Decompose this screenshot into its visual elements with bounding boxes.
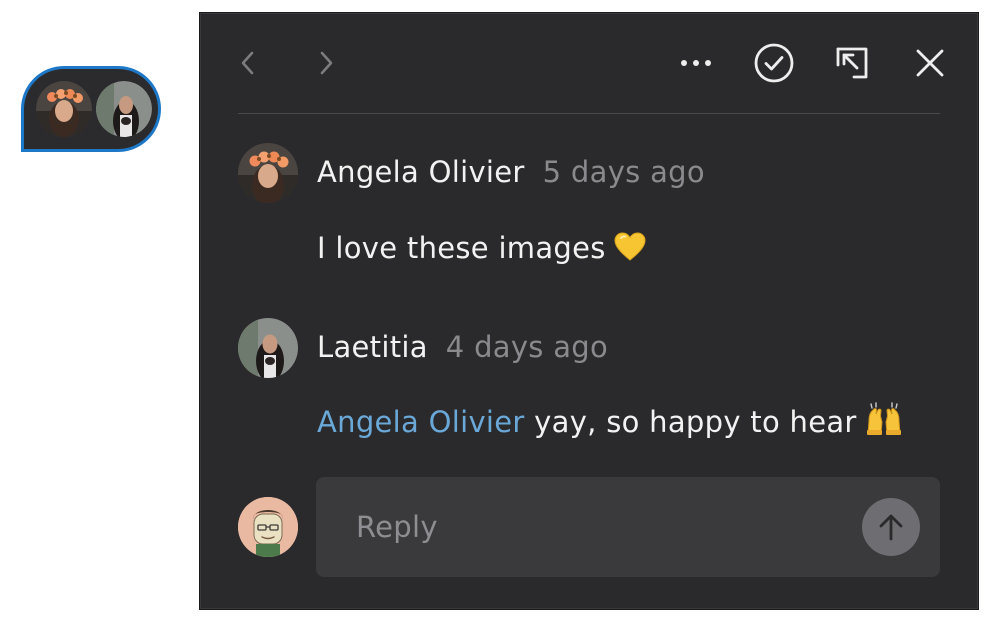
mention-link[interactable]: Angela Olivier — [317, 405, 525, 439]
author-name: Laetitia — [317, 330, 428, 364]
chevron-left-icon — [241, 51, 254, 75]
comment-body: Angela Olivier yay, so happy to hear — [317, 402, 903, 443]
next-thread-button[interactable] — [302, 39, 350, 87]
comment-item: Laetitia 4 days ago Angela Olivier yay, s… — [238, 318, 940, 439]
avatar — [238, 143, 298, 203]
more-options-button[interactable] — [672, 39, 720, 87]
reply-input[interactable] — [354, 509, 838, 545]
avatar-angela-small — [36, 81, 92, 137]
send-reply-button[interactable] — [862, 498, 920, 556]
comment-text: yay, so happy to hear — [524, 405, 857, 439]
check-circle-icon — [754, 43, 794, 83]
comment-body: I love these images — [317, 231, 646, 269]
comment-header: Laetitia 4 days ago — [317, 330, 608, 364]
comment-header: Angela Olivier 5 days ago — [317, 155, 705, 189]
pop-out-button[interactable] — [828, 39, 876, 87]
more-horizontal-icon — [681, 60, 711, 66]
arrow-up-icon — [879, 514, 903, 541]
comment-text: I love these images — [317, 231, 606, 265]
canvas: Angela Olivier 5 days ago I love these im… — [0, 0, 994, 629]
close-button[interactable] — [906, 39, 954, 87]
comment-item: Angela Olivier 5 days ago I love these im… — [238, 143, 940, 265]
author-name: Angela Olivier — [317, 155, 525, 189]
reply-field-container — [316, 477, 940, 577]
close-icon — [916, 49, 944, 77]
timestamp: 4 days ago — [445, 330, 609, 364]
timestamp: 5 days ago — [542, 155, 705, 189]
reply-composer — [238, 477, 940, 577]
arrow-up-left-box-icon — [836, 47, 868, 79]
resolve-thread-button[interactable] — [750, 39, 798, 87]
previous-thread-button[interactable] — [224, 39, 272, 87]
avatar — [238, 318, 298, 378]
thread-toolbar — [238, 13, 944, 114]
comment-thread-panel: Angela Olivier 5 days ago I love these im… — [199, 12, 979, 610]
yellow-heart-icon — [614, 232, 646, 269]
avatar-laetitia-small — [96, 81, 152, 137]
current-user-avatar — [238, 497, 298, 557]
comment-pin[interactable] — [21, 66, 161, 152]
raising-hands-icon — [865, 402, 903, 443]
chevron-right-icon — [320, 51, 333, 75]
